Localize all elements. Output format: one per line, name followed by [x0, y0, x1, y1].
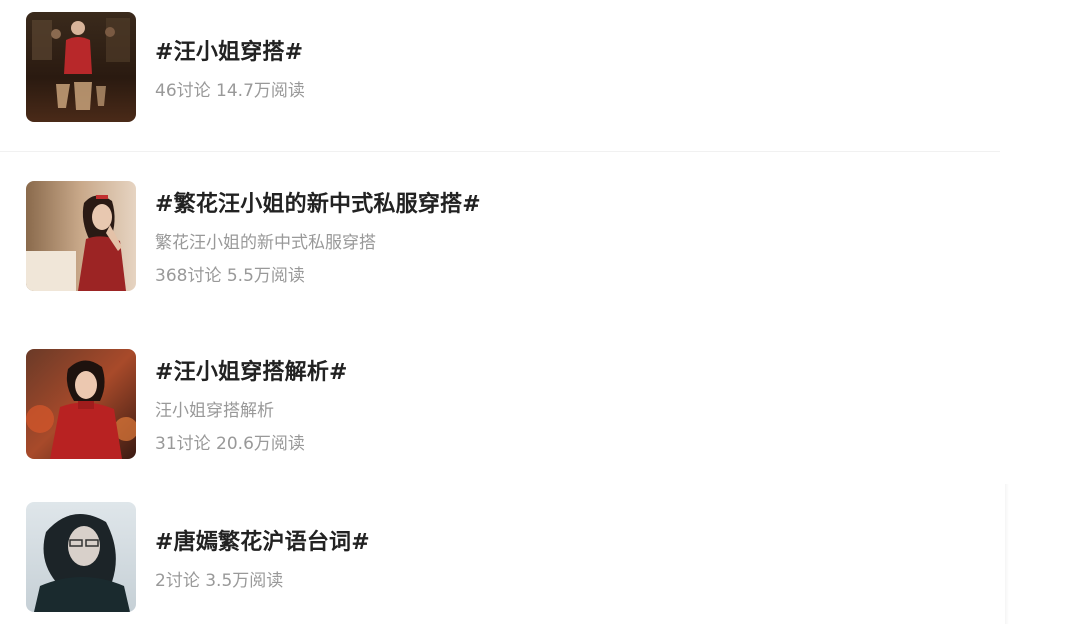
scroll-shadow	[1005, 484, 1009, 624]
topic-title[interactable]: #汪小姐穿搭#	[155, 34, 303, 66]
topic-stats: 368讨论 5.5万阅读	[155, 266, 305, 286]
topic-item[interactable]: #唐嫣繁花沪语台词# 2讨论 3.5万阅读	[0, 502, 1000, 614]
topic-stats: 2讨论 3.5万阅读	[155, 571, 284, 591]
topic-item[interactable]: #汪小姐穿搭# 46讨论 14.7万阅读	[0, 12, 1000, 124]
topic-description: 汪小姐穿搭解析	[155, 401, 274, 421]
topic-description: 繁花汪小姐的新中式私服穿搭	[155, 233, 376, 253]
topic-title[interactable]: #繁花汪小姐的新中式私服穿搭#	[155, 186, 481, 218]
portrait-image	[26, 502, 136, 612]
topic-thumbnail[interactable]	[26, 349, 136, 459]
topic-thumbnail[interactable]	[26, 502, 136, 612]
topic-item[interactable]: #汪小姐穿搭解析# 汪小姐穿搭解析 31讨论 20.6万阅读	[0, 349, 1000, 461]
portrait-image	[26, 181, 136, 291]
divider	[0, 151, 1000, 152]
topic-stats: 46讨论 14.7万阅读	[155, 81, 305, 101]
topic-item[interactable]: #繁花汪小姐的新中式私服穿搭# 繁花汪小姐的新中式私服穿搭 368讨论 5.5万…	[0, 181, 1000, 293]
poster-image	[26, 12, 136, 122]
topic-title[interactable]: #汪小姐穿搭解析#	[155, 354, 348, 386]
topic-thumbnail[interactable]	[26, 181, 136, 291]
portrait-image	[26, 349, 136, 459]
topic-list-page: #汪小姐穿搭# 46讨论 14.7万阅读 #繁花汪小姐的新中式私服穿搭# 繁花汪…	[0, 0, 1080, 632]
topic-title[interactable]: #唐嫣繁花沪语台词#	[155, 524, 370, 556]
topic-thumbnail[interactable]	[26, 12, 136, 122]
topic-stats: 31讨论 20.6万阅读	[155, 434, 305, 454]
